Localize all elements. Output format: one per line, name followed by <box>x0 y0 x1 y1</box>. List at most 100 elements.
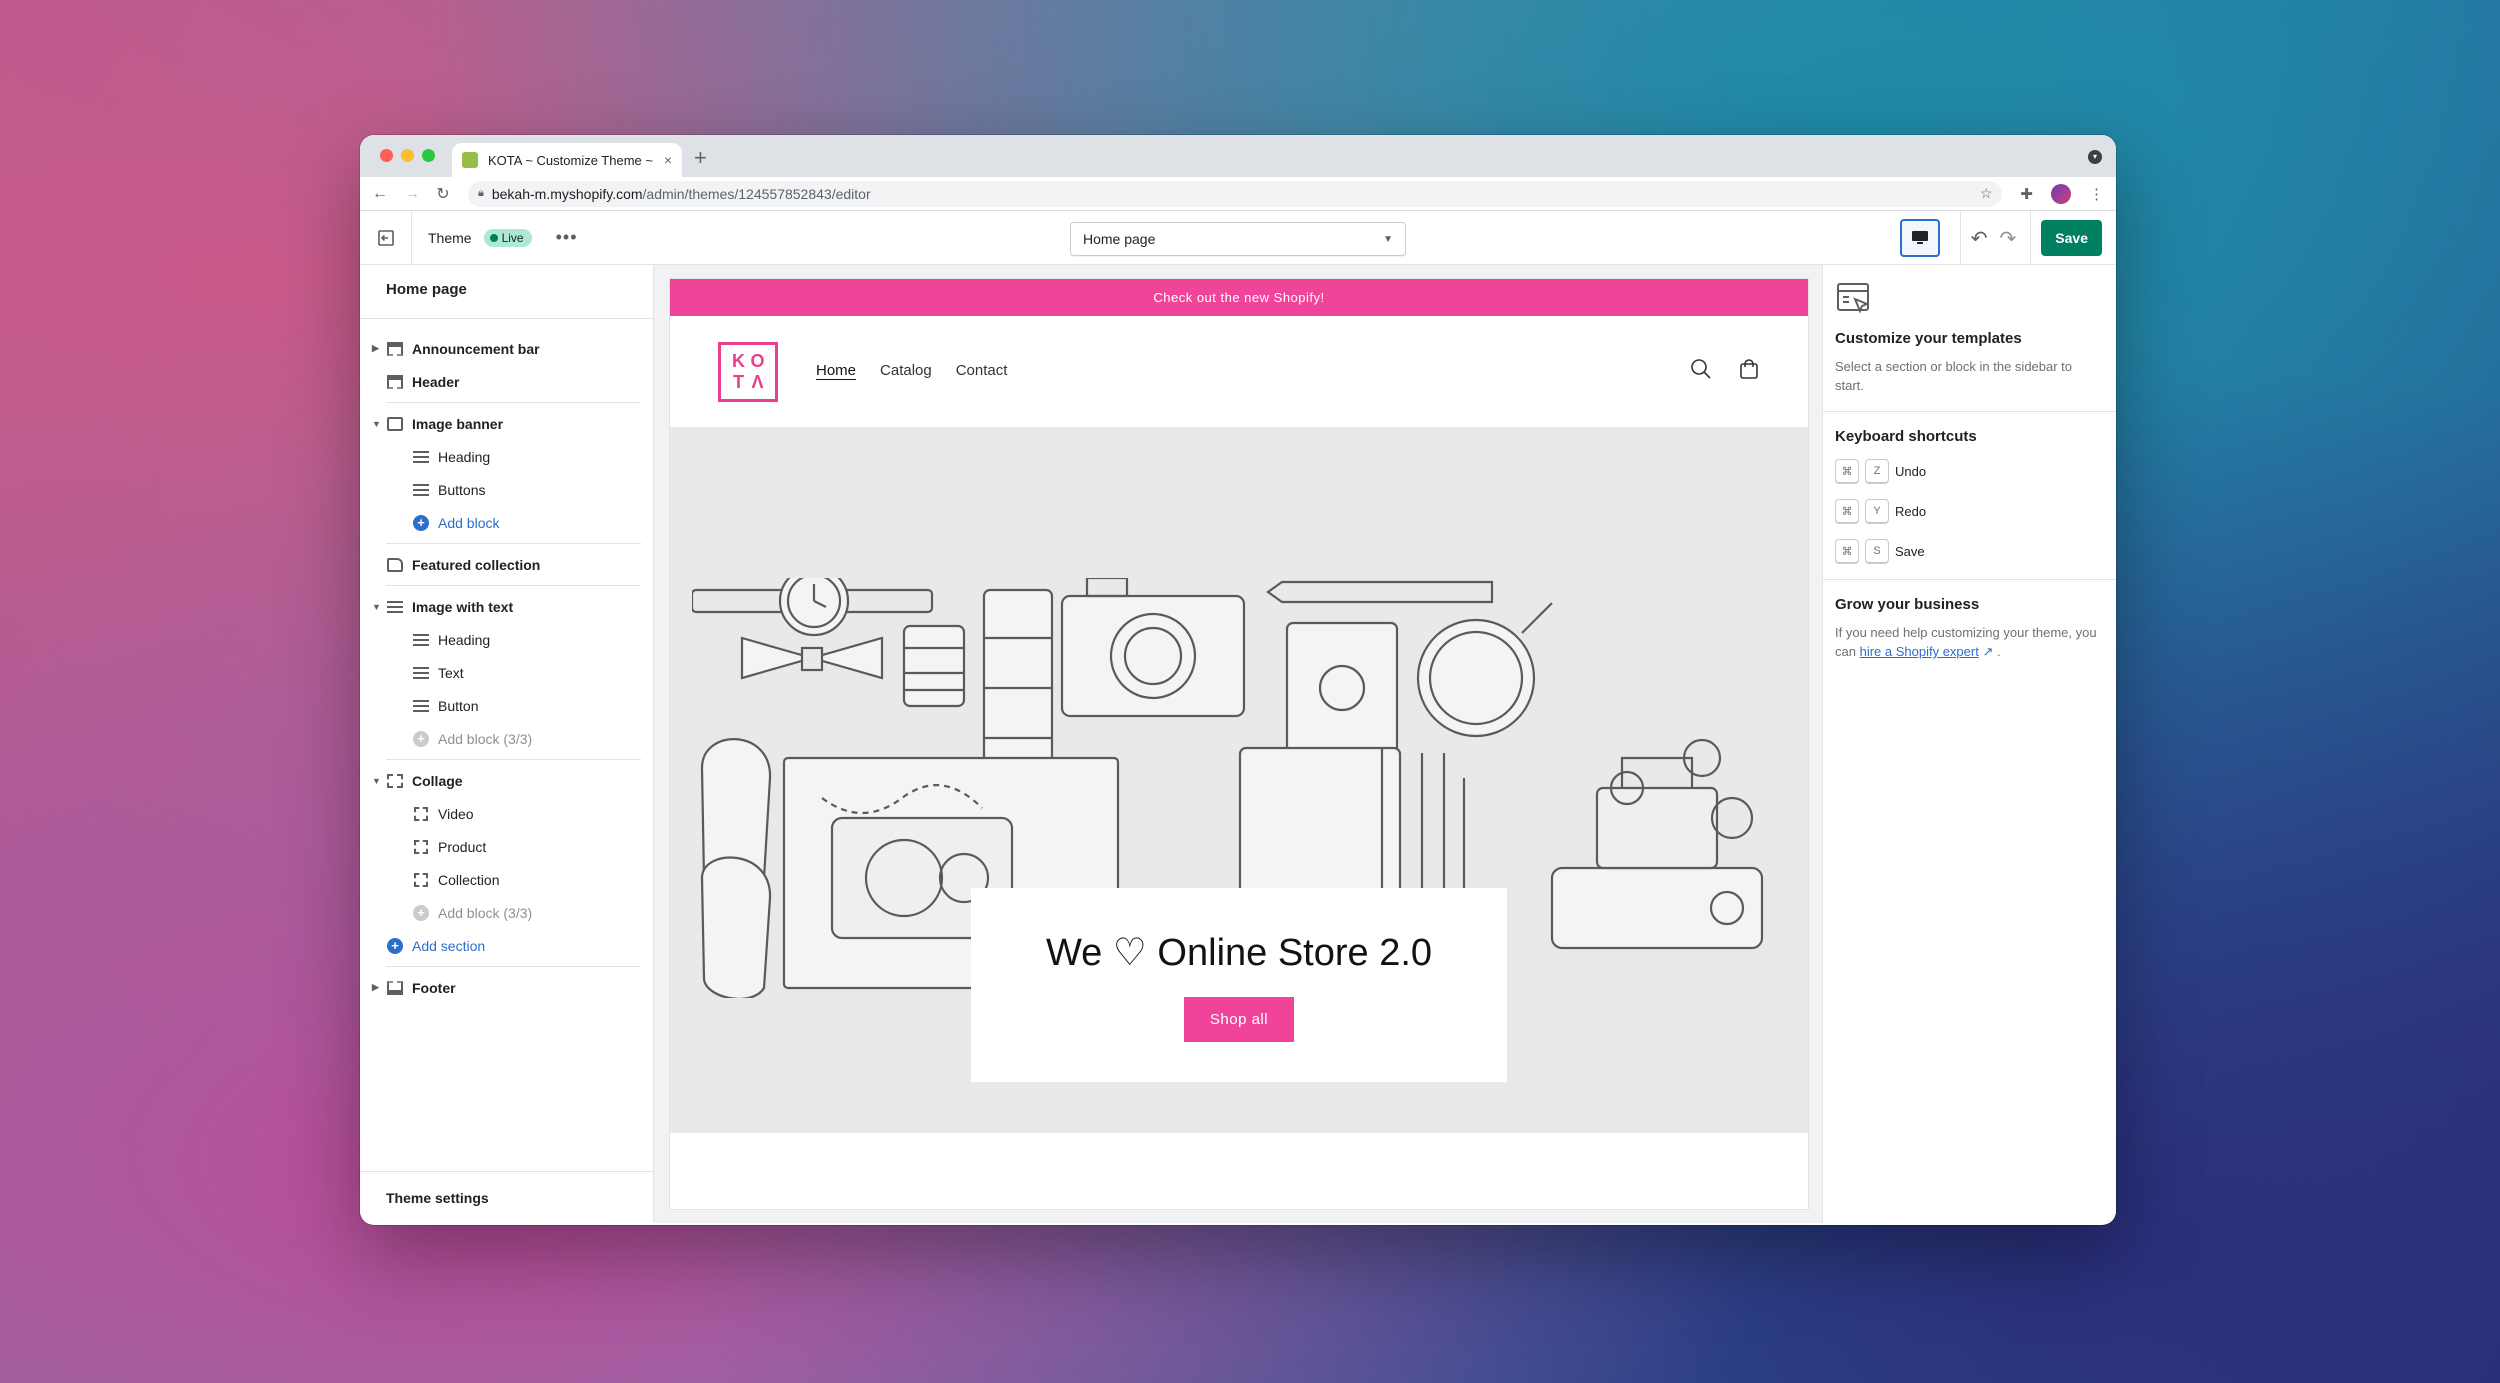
image-banner[interactable]: We ♡ Online Store 2.0 Shop all <box>670 428 1808 1133</box>
block-video[interactable]: Video <box>360 797 653 830</box>
section-footer[interactable]: ▶ Footer <box>360 971 653 1004</box>
caret-right-icon[interactable]: ▶ <box>372 982 386 993</box>
store-header: K O T Λ Home Catalog Contact <box>670 316 1808 428</box>
window-controls <box>380 149 435 162</box>
url-input[interactable]: 🔒︎ bekah-m.myshopify.com/admin/themes/12… <box>468 180 2003 207</box>
nav-home-link[interactable]: Home <box>816 362 856 379</box>
redo-icon[interactable]: ↷ <box>2000 226 2017 251</box>
command-key-icon: ⌘ <box>1835 499 1859 523</box>
section-label: Collage <box>412 772 463 789</box>
text-lines-icon <box>412 698 430 714</box>
bookmark-star-icon[interactable]: ☆ <box>1980 185 1993 202</box>
lock-icon: 🔒︎ <box>478 187 484 199</box>
new-tab-button[interactable]: + <box>694 145 707 171</box>
add-block-disabled: + Add block (3/3) <box>360 722 653 755</box>
caret-right-icon[interactable]: ▶ <box>372 343 386 354</box>
section-image-with-text[interactable]: ▼ Image with text <box>360 590 653 623</box>
undo-icon[interactable]: ↶ <box>1971 226 1988 251</box>
block-label: Video <box>438 805 474 822</box>
logo-letter: Λ <box>751 372 764 392</box>
section-collage[interactable]: ▼ Collage <box>360 764 653 797</box>
section-tree: ▶ Announcement bar Header ▼ Image banner <box>360 319 653 1004</box>
block-collection[interactable]: Collection <box>360 863 653 896</box>
shop-all-button[interactable]: Shop all <box>1183 997 1295 1042</box>
exit-editor-icon[interactable] <box>360 210 412 265</box>
url-host: bekah-m.myshopify.com <box>491 185 643 202</box>
hire-expert-link[interactable]: hire a Shopify expert <box>1860 644 1979 659</box>
block-text[interactable]: Text <box>360 656 653 689</box>
browser-tab[interactable]: KOTA ~ Customize Theme ~ Sh × <box>452 143 682 177</box>
block-heading[interactable]: Heading <box>360 440 653 473</box>
desktop-preview-button[interactable] <box>1899 219 1940 257</box>
grow-end: . <box>1996 644 2001 659</box>
text-lines-icon <box>412 665 430 681</box>
section-label: Header <box>412 373 460 390</box>
forward-arrow-icon[interactable]: → <box>404 185 420 203</box>
cart-icon[interactable] <box>1738 358 1760 380</box>
section-image-banner[interactable]: ▼ Image banner <box>360 407 653 440</box>
section-announcement-bar[interactable]: ▶ Announcement bar <box>360 332 653 365</box>
hero-heading: We ♡ Online Store 2.0 <box>1045 932 1433 974</box>
browser-menu-icon[interactable]: ⋮ <box>2089 185 2104 203</box>
editor-body: Home page ▶ Announcement bar Header ▼ Im… <box>360 265 2116 1223</box>
command-key-icon: ⌘ <box>1835 459 1859 483</box>
section-header[interactable]: Header <box>360 365 653 398</box>
back-arrow-icon[interactable]: ← <box>372 185 388 203</box>
block-button[interactable]: Button <box>360 689 653 722</box>
shortcut-label: Save <box>1895 543 1925 559</box>
nav-contact-link[interactable]: Contact <box>956 362 1008 379</box>
reload-icon[interactable]: ↻ <box>436 184 450 204</box>
minimize-window-button[interactable] <box>401 149 414 162</box>
shortcut-redo: ⌘ Y Redo <box>1835 499 2104 523</box>
editor-header: Theme Live ••• Home page ▼ ↶ ↷ Save <box>360 210 2116 265</box>
add-section-button[interactable]: + Add section <box>360 929 653 962</box>
frame-icon <box>412 806 430 822</box>
page-template-select[interactable]: Home page ▼ <box>1070 222 1406 256</box>
add-block-button[interactable]: + Add block <box>360 506 653 539</box>
close-window-button[interactable] <box>380 149 393 162</box>
block-label: Product <box>438 838 487 855</box>
block-product[interactable]: Product <box>360 830 653 863</box>
section-label: Image with text <box>412 598 514 615</box>
caret-down-icon[interactable]: ▼ <box>372 776 386 786</box>
header-icon <box>386 374 404 390</box>
theme-settings-button[interactable]: Theme settings <box>360 1171 653 1223</box>
add-block-label: Add block (3/3) <box>438 730 533 747</box>
search-icon[interactable] <box>1690 358 1712 380</box>
tab-close-icon[interactable]: × <box>664 152 672 168</box>
extensions-puzzle-icon[interactable]: ✚ <box>2020 185 2033 203</box>
block-buttons[interactable]: Buttons <box>360 473 653 506</box>
preview-pane: Check out the new Shopify! K O T Λ Home … <box>654 265 1822 1223</box>
announcement-bar[interactable]: Check out the new Shopify! <box>670 279 1808 316</box>
tab-search-icon[interactable]: ▾ <box>2088 150 2102 164</box>
caret-down-icon[interactable]: ▼ <box>372 419 386 429</box>
external-link-icon: ↗ <box>1982 644 1994 659</box>
customize-templates-section: Customize your templates Select a sectio… <box>1823 265 2116 412</box>
maximize-window-button[interactable] <box>422 149 435 162</box>
shortcut-label: Undo <box>1895 463 1927 479</box>
kota-logo[interactable]: K O T Λ <box>718 342 778 402</box>
more-actions-button[interactable]: ••• <box>556 227 578 248</box>
command-key-icon: ⌘ <box>1835 539 1859 563</box>
frame-icon <box>412 839 430 855</box>
sections-sidebar: Home page ▶ Announcement bar Header ▼ Im… <box>360 265 654 1223</box>
caret-down-icon[interactable]: ▼ <box>372 602 386 612</box>
live-badge-text: Live <box>501 230 524 245</box>
logo-letter: K <box>732 351 745 371</box>
shortcut-key: Z <box>1865 459 1889 483</box>
save-button[interactable]: Save <box>2041 220 2102 256</box>
announcement-bar-icon <box>386 341 404 357</box>
nav-catalog-link[interactable]: Catalog <box>880 362 932 379</box>
shortcut-key: Y <box>1865 499 1889 523</box>
shortcuts-title: Keyboard shortcuts <box>1835 428 1977 445</box>
shortcut-label: Redo <box>1895 503 1927 519</box>
shortcut-undo: ⌘ Z Undo <box>1835 459 2104 483</box>
image-with-text-icon <box>386 599 404 615</box>
profile-avatar[interactable] <box>2051 183 2071 204</box>
sidebar-title: Home page <box>360 265 653 319</box>
browser-window: KOTA ~ Customize Theme ~ Sh × + ▾ ← → ↻ … <box>360 135 2116 1225</box>
shortcut-save: ⌘ S Save <box>1835 539 2104 563</box>
section-featured-collection[interactable]: Featured collection <box>360 548 653 581</box>
block-heading[interactable]: Heading <box>360 623 653 656</box>
block-label: Collection <box>438 871 500 888</box>
